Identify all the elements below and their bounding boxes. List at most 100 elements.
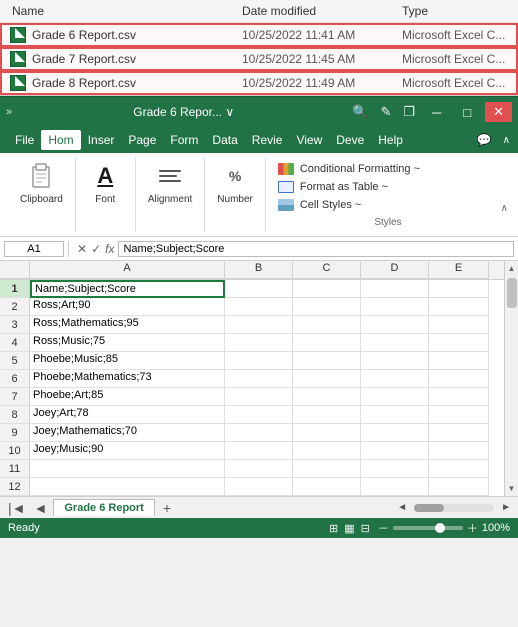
cell-a3[interactable]: Ross;Mathematics;95 bbox=[30, 316, 225, 334]
row-number-9[interactable]: 9 bbox=[0, 424, 29, 442]
cell-a4[interactable]: Ross;Music;75 bbox=[30, 334, 225, 352]
cell-b2[interactable] bbox=[225, 298, 293, 316]
cell-d11[interactable] bbox=[361, 460, 429, 478]
vertical-scrollbar[interactable]: ▲ ▼ bbox=[504, 261, 518, 496]
row-number-4[interactable]: 4 bbox=[0, 334, 29, 352]
cell-e3[interactable] bbox=[429, 316, 489, 334]
hscroll-thumb[interactable] bbox=[414, 504, 444, 512]
close-button[interactable]: ✕ bbox=[485, 102, 512, 122]
comment-icon[interactable]: 💬 bbox=[470, 130, 499, 150]
status-icon-2[interactable]: ▦ bbox=[344, 522, 354, 535]
row-number-3[interactable]: 3 bbox=[0, 316, 29, 334]
cell-b3[interactable] bbox=[225, 316, 293, 334]
cell-e2[interactable] bbox=[429, 298, 489, 316]
scroll-thumb[interactable] bbox=[507, 278, 517, 308]
number-button[interactable]: % Number bbox=[213, 157, 257, 208]
format-as-table-button[interactable]: Format as Table ~ bbox=[274, 179, 502, 195]
cell-e11[interactable] bbox=[429, 460, 489, 478]
menu-item-deve[interactable]: Deve bbox=[329, 130, 371, 150]
cell-a5[interactable]: Phoebe;Music;85 bbox=[30, 352, 225, 370]
col-header-b[interactable]: B bbox=[225, 261, 293, 279]
cell-e10[interactable] bbox=[429, 442, 489, 460]
cell-d8[interactable] bbox=[361, 406, 429, 424]
cell-c11[interactable] bbox=[293, 460, 361, 478]
cell-d9[interactable] bbox=[361, 424, 429, 442]
menu-item-help[interactable]: Help bbox=[371, 130, 410, 150]
cell-b4[interactable] bbox=[225, 334, 293, 352]
cell-e8[interactable] bbox=[429, 406, 489, 424]
row-number-10[interactable]: 10 bbox=[0, 442, 29, 460]
cell-e12[interactable] bbox=[429, 478, 489, 496]
cell-e4[interactable] bbox=[429, 334, 489, 352]
search-icon[interactable]: 🔍 bbox=[349, 104, 371, 120]
ribbon-expand-icon[interactable]: » bbox=[6, 106, 12, 118]
menu-item-file[interactable]: File bbox=[8, 130, 41, 150]
hscroll-left[interactable]: ◄ bbox=[394, 502, 410, 513]
file-row[interactable]: Grade 8 Report.csv 10/25/2022 11:49 AM M… bbox=[0, 71, 518, 95]
cell-b12[interactable] bbox=[225, 478, 293, 496]
cell-a6[interactable]: Phoebe;Mathematics;73 bbox=[30, 370, 225, 388]
cell-c6[interactable] bbox=[293, 370, 361, 388]
cell-e1[interactable] bbox=[429, 280, 489, 298]
row-number-8[interactable]: 8 bbox=[0, 406, 29, 424]
cell-c5[interactable] bbox=[293, 352, 361, 370]
formula-check-icon[interactable]: ✓ bbox=[91, 242, 101, 256]
restore-icon[interactable]: ❐ bbox=[400, 104, 418, 120]
cell-e7[interactable] bbox=[429, 388, 489, 406]
row-number-11[interactable]: 11 bbox=[0, 460, 29, 478]
tab-nav-prev[interactable]: ◄ bbox=[30, 500, 52, 516]
cell-d10[interactable] bbox=[361, 442, 429, 460]
cell-c1[interactable] bbox=[293, 280, 361, 298]
ribbon-collapse-icon[interactable]: ∧ bbox=[503, 135, 510, 146]
cell-a8[interactable]: Joey;Art;78 bbox=[30, 406, 225, 424]
menu-item-data[interactable]: Data bbox=[205, 130, 244, 150]
cell-b8[interactable] bbox=[225, 406, 293, 424]
row-number-6[interactable]: 6 bbox=[0, 370, 29, 388]
file-row[interactable]: Grade 7 Report.csv 10/25/2022 11:45 AM M… bbox=[0, 47, 518, 71]
column-date-header[interactable]: Date modified bbox=[238, 2, 398, 20]
hscroll-right[interactable]: ► bbox=[498, 502, 514, 513]
add-sheet-button[interactable]: + bbox=[157, 500, 177, 516]
zoom-in-icon[interactable]: ＋ bbox=[467, 520, 478, 536]
conditional-formatting-button[interactable]: Conditional Formatting ~ bbox=[274, 161, 502, 177]
col-header-c[interactable]: C bbox=[293, 261, 361, 279]
cell-d3[interactable] bbox=[361, 316, 429, 334]
menu-item-inser[interactable]: Inser bbox=[81, 130, 122, 150]
file-row[interactable]: Grade 6 Report.csv 10/25/2022 11:41 AM M… bbox=[0, 23, 518, 47]
cell-e5[interactable] bbox=[429, 352, 489, 370]
cell-d1[interactable] bbox=[361, 280, 429, 298]
menu-item-page[interactable]: Page bbox=[121, 130, 163, 150]
zoom-out-icon[interactable]: － bbox=[378, 520, 389, 536]
hscroll-track[interactable] bbox=[414, 504, 494, 512]
scroll-up-arrow[interactable]: ▲ bbox=[508, 261, 516, 276]
minimize-button[interactable]: ─ bbox=[424, 103, 449, 122]
row-number-2[interactable]: 2 bbox=[0, 298, 29, 316]
row-number-12[interactable]: 12 bbox=[0, 478, 29, 496]
zoom-thumb[interactable] bbox=[435, 523, 445, 533]
formula-fx-label[interactable]: fx bbox=[105, 242, 114, 256]
menu-item-form[interactable]: Form bbox=[163, 130, 205, 150]
cell-c9[interactable] bbox=[293, 424, 361, 442]
cell-a10[interactable]: Joey;Music;90 bbox=[30, 442, 225, 460]
cell-d5[interactable] bbox=[361, 352, 429, 370]
row-number-7[interactable]: 7 bbox=[0, 388, 29, 406]
row-number-1[interactable]: 1 bbox=[0, 280, 29, 298]
scroll-down-arrow[interactable]: ▼ bbox=[508, 481, 516, 496]
menu-item-revie[interactable]: Revie bbox=[245, 130, 290, 150]
styles-expand-button[interactable]: ∧ bbox=[501, 203, 508, 214]
cell-d2[interactable] bbox=[361, 298, 429, 316]
font-button[interactable]: A Font bbox=[85, 157, 125, 208]
cell-b5[interactable] bbox=[225, 352, 293, 370]
formula-cross-icon[interactable]: ✕ bbox=[77, 242, 87, 256]
column-type-header[interactable]: Type bbox=[398, 2, 510, 20]
cell-a12[interactable] bbox=[30, 478, 225, 496]
cell-b11[interactable] bbox=[225, 460, 293, 478]
cell-b1[interactable] bbox=[225, 280, 293, 298]
cell-a7[interactable]: Phoebe;Art;85 bbox=[30, 388, 225, 406]
row-number-5[interactable]: 5 bbox=[0, 352, 29, 370]
maximize-button[interactable]: □ bbox=[455, 103, 479, 122]
cell-d7[interactable] bbox=[361, 388, 429, 406]
cell-c3[interactable] bbox=[293, 316, 361, 334]
cell-b7[interactable] bbox=[225, 388, 293, 406]
cell-a11[interactable] bbox=[30, 460, 225, 478]
